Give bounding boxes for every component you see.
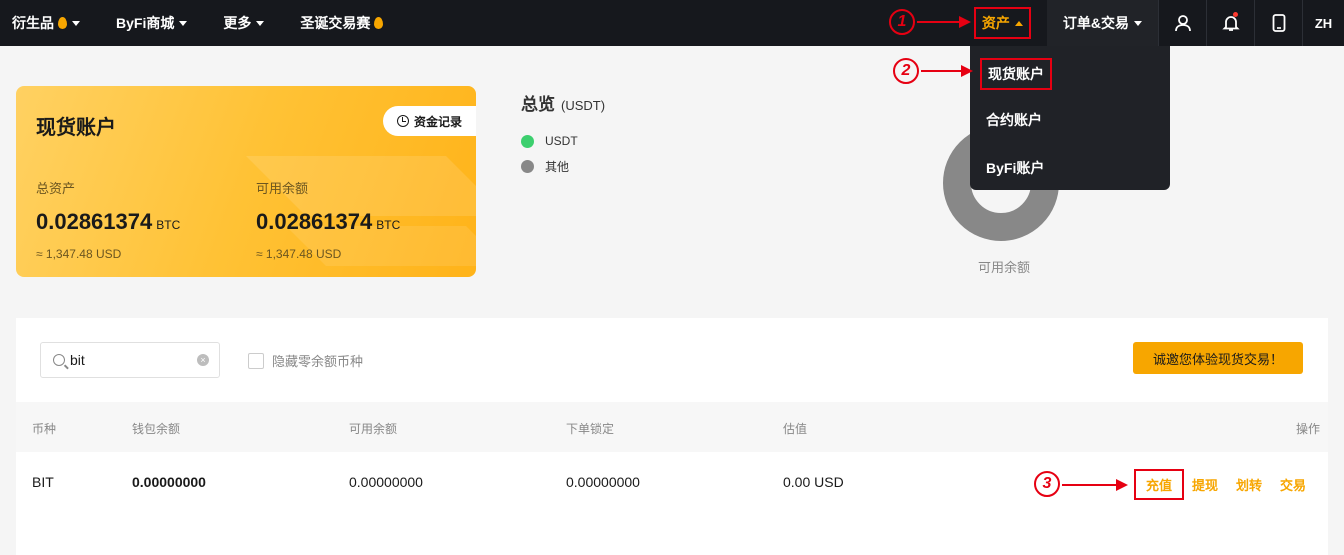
nav-item-orders-trades[interactable]: 订单&交易: [1046, 0, 1158, 46]
legend-dot-usdt: [521, 134, 534, 148]
language-selector[interactable]: ZH: [1302, 0, 1344, 46]
total-assets-value: 0.02861374 BTC: [36, 209, 181, 234]
phone-icon: [1272, 14, 1285, 32]
search-icon: [53, 354, 65, 366]
col-wallet-balance: 钱包余额: [132, 422, 181, 436]
cell-available-balance: 0.00000000: [349, 474, 423, 490]
hide-zero-balance-toggle[interactable]: 隐藏零余额币种: [248, 351, 363, 370]
col-actions: 操作: [1295, 422, 1320, 436]
available-balance-value: 0.02861374 BTC: [256, 209, 401, 234]
caret-down-icon: [1134, 20, 1142, 26]
table-header: 币种 钱包余额 可用余额 下单锁定 估值 操作: [16, 402, 1328, 452]
clear-icon[interactable]: ×: [197, 354, 209, 366]
user-icon: [1174, 15, 1191, 32]
flame-icon: [374, 17, 384, 29]
overview-title: 总览 (USDT): [521, 95, 606, 114]
nav-right-group: 资产 订单&交易 ZH: [958, 0, 1344, 46]
coin-search-input[interactable]: [70, 352, 190, 368]
clock-icon: [396, 115, 409, 127]
trade-link[interactable]: 交易: [1280, 475, 1306, 494]
donut-label: 可用余额: [978, 260, 1031, 275]
annotation-step-3: 3: [1034, 471, 1060, 497]
cell-valuation: 0.00 USD: [783, 474, 844, 490]
total-assets-usd: ≈ 1,347.48 USD: [36, 247, 122, 261]
balances-panel: × 隐藏零余额币种 诚邀您体验现货交易！ 币种 钱包余额 可用余额 下单锁定 估…: [16, 318, 1328, 555]
nav-left-group: 衍生品 ByFi商城 更多 圣诞交易赛: [0, 0, 419, 46]
assets-label-highlighted[interactable]: 资产: [973, 7, 1031, 39]
nav-item-assets[interactable]: 资产: [958, 0, 1047, 46]
notification-dot: [1233, 12, 1238, 17]
top-nav: 衍生品 ByFi商城 更多 圣诞交易赛 资产 订单&交易 ZH: [0, 0, 1344, 46]
caret-down-icon: [72, 20, 80, 26]
annotation-arrow-3: [1062, 479, 1128, 491]
annotation-arrow-2: [921, 65, 973, 77]
cell-wallet-balance: 0.00000000: [132, 474, 206, 490]
col-coin: 币种: [32, 422, 57, 436]
total-assets-label: 总资产: [36, 181, 76, 196]
available-balance-usd: ≈ 1,347.48 USD: [256, 247, 342, 261]
notification-button[interactable]: [1206, 0, 1254, 46]
available-balance-label: 可用余额: [256, 181, 309, 196]
cell-order-locked: 0.00000000: [566, 474, 640, 490]
spot-account-card: 现货账户 资金记录 总资产 0.02861374 BTC ≈ 1,347.48 U…: [16, 86, 476, 277]
dropdown-item-spot-account[interactable]: 现货账户: [980, 58, 1052, 90]
legend-dot-other: [521, 160, 534, 173]
user-button[interactable]: [1158, 0, 1206, 46]
annotation-step-2: 2: [893, 58, 919, 84]
table-row: BIT 0.00000000 0.00000000 0.00000000 0.0…: [16, 452, 1328, 512]
available-balance-block: 可用余额 0.02861374 BTC ≈ 1,347.48 USD: [256, 178, 400, 261]
col-order-locked: 下单锁定: [566, 422, 615, 436]
nav-item-christmas-contest[interactable]: 圣诞交易赛: [300, 13, 384, 33]
caret-up-icon: [1014, 20, 1023, 26]
col-available-balance: 可用余额: [349, 422, 398, 436]
caret-down-icon: [256, 20, 265, 26]
card-title: 现货账户: [36, 117, 116, 139]
hide-zero-checkbox[interactable]: [248, 352, 264, 369]
nav-item-more[interactable]: 更多: [223, 13, 265, 33]
nav-item-derivatives[interactable]: 衍生品: [12, 13, 80, 33]
legend-item-usdt: USDT: [521, 134, 578, 148]
dropdown-item-contract-account[interactable]: 合约账户: [986, 110, 1042, 130]
coin-search-box[interactable]: ×: [40, 342, 220, 378]
withdraw-link[interactable]: 提现: [1192, 475, 1218, 494]
nav-item-byfi-mall[interactable]: ByFi商城: [116, 13, 188, 33]
flame-icon: [58, 17, 67, 29]
assets-dropdown: 现货账户 合约账户 ByFi账户: [970, 46, 1170, 190]
bell-icon: [1221, 16, 1240, 31]
annotation-step-1: 1: [889, 9, 915, 35]
col-valuation: 估值: [783, 422, 808, 436]
mobile-app-button[interactable]: [1254, 0, 1302, 46]
cell-coin: BIT: [32, 474, 54, 490]
total-assets-block: 总资产 0.02861374 BTC ≈ 1,347.48 USD: [36, 178, 180, 261]
legend-item-other: 其他: [521, 158, 569, 175]
annotation-arrow-1: [917, 16, 971, 28]
dropdown-item-byfi-account[interactable]: ByFi账户: [986, 158, 1044, 178]
transfer-link[interactable]: 划转: [1236, 475, 1262, 494]
deposit-link[interactable]: 充值: [1134, 469, 1185, 500]
invite-spot-trading-button[interactable]: 诚邀您体验现货交易！: [1133, 342, 1303, 374]
fund-record-button[interactable]: 资金记录: [382, 106, 476, 136]
caret-down-icon: [179, 20, 188, 26]
